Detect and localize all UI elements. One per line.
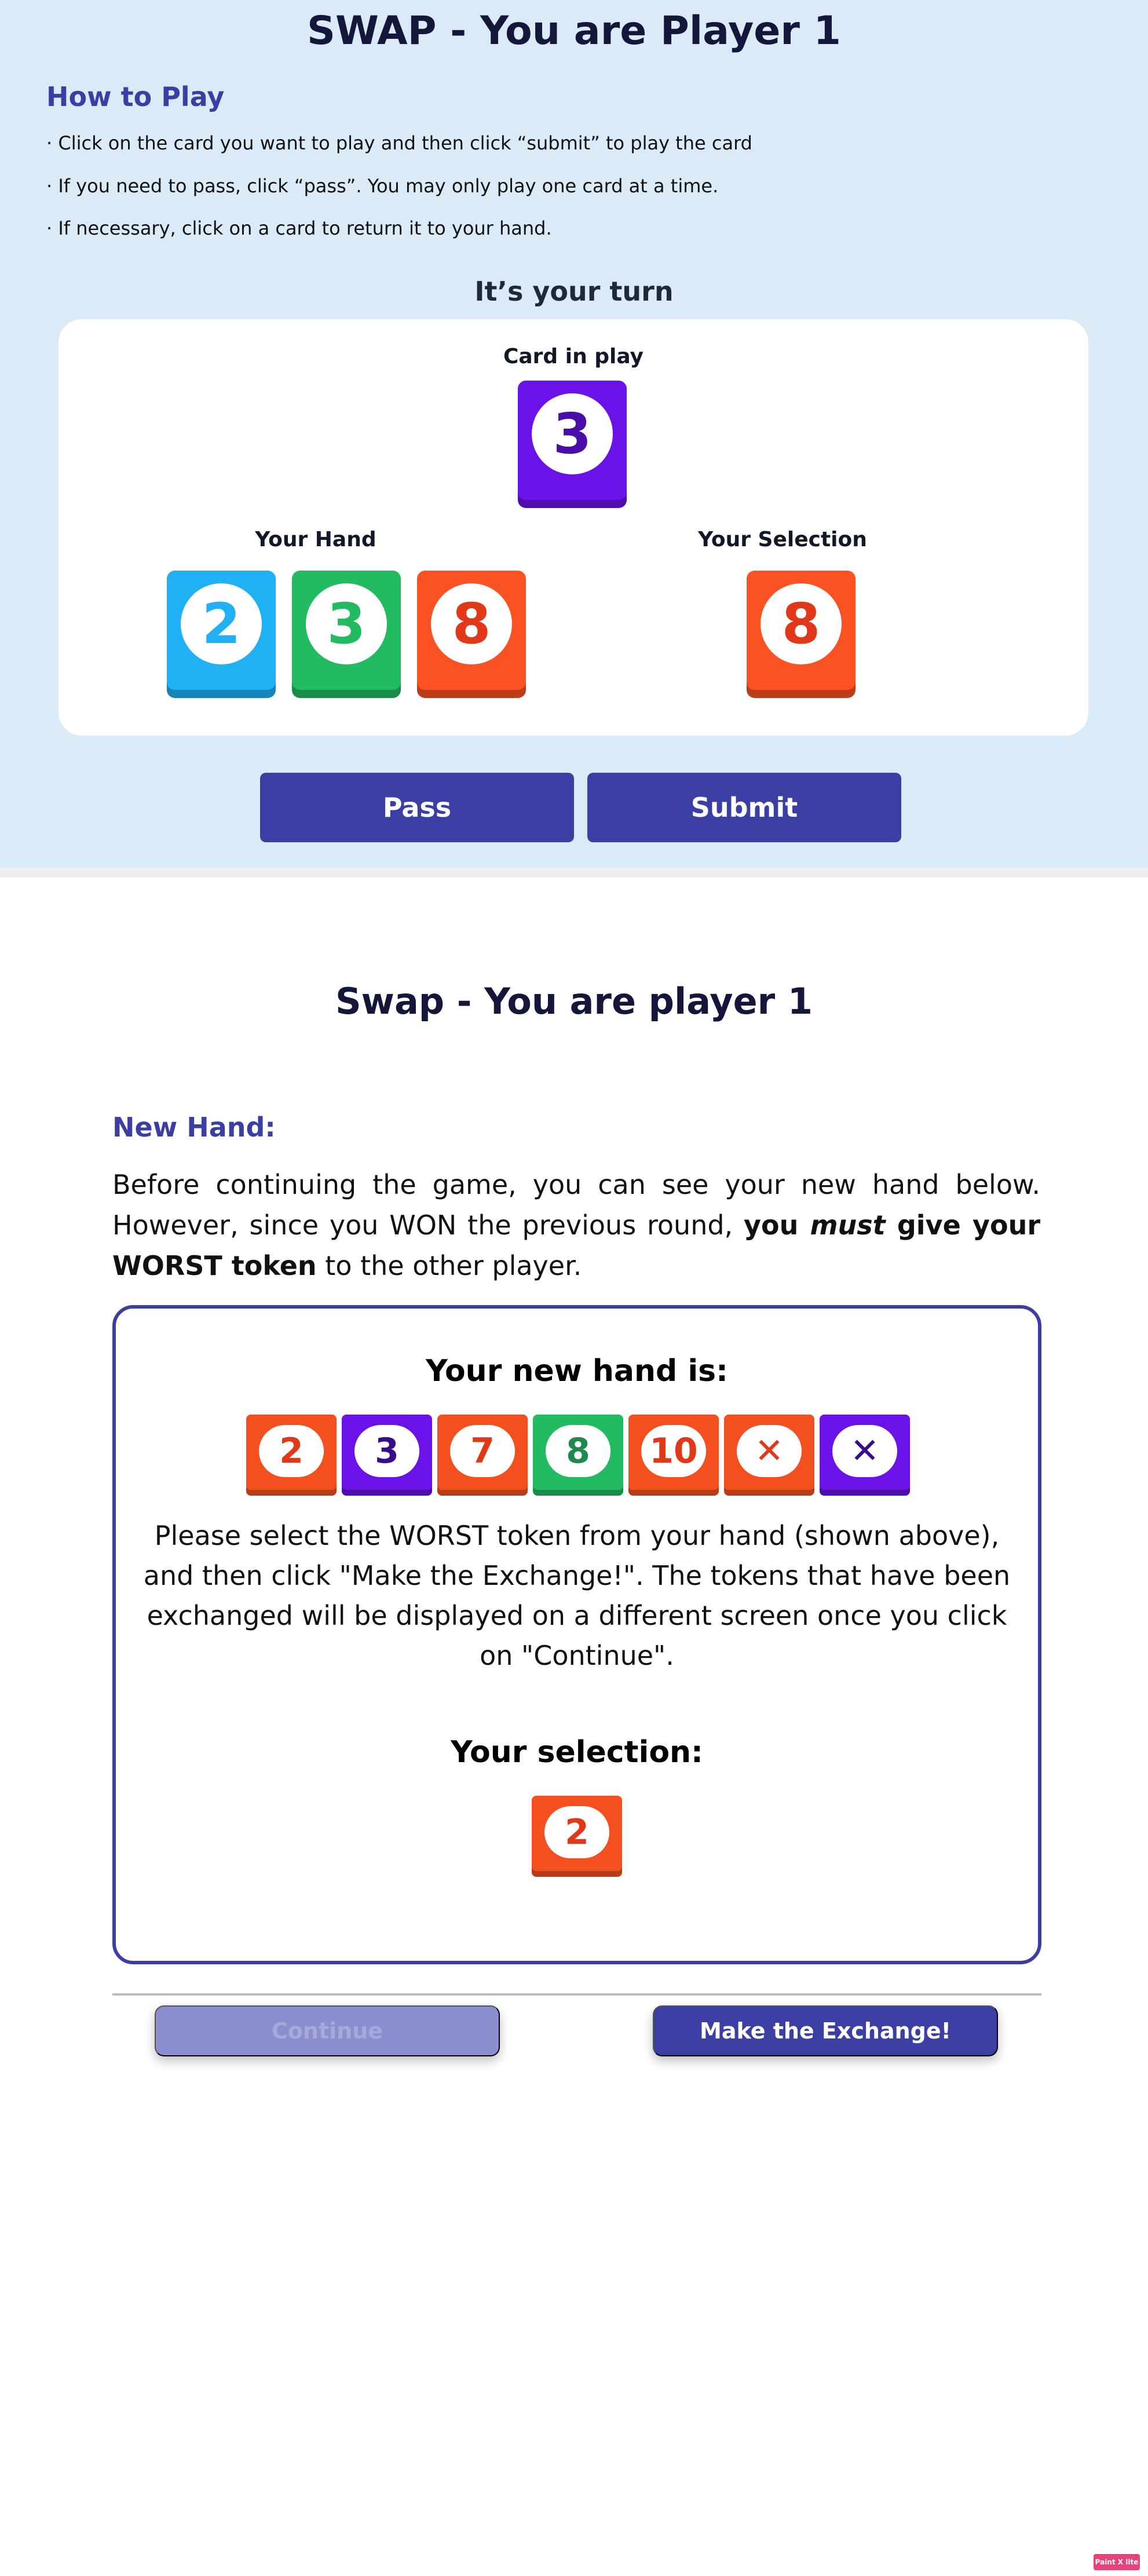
card-value: 8: [761, 583, 842, 664]
hand-token[interactable]: 3: [342, 1415, 432, 1496]
selected-token[interactable]: 2: [532, 1796, 622, 1877]
exchange-instructions: Please select the WORST token from your …: [143, 1520, 1011, 1671]
hand-token[interactable]: 10: [628, 1415, 719, 1496]
make-exchange-button[interactable]: Make the Exchange!: [653, 2005, 998, 2056]
token-value: 7: [450, 1425, 515, 1477]
turn-status: It’s your turn: [474, 276, 674, 307]
hand-token[interactable]: ✕: [820, 1415, 910, 1496]
card-value: 8: [431, 583, 512, 664]
submit-button[interactable]: Submit: [587, 773, 901, 842]
pass-button[interactable]: Pass: [260, 773, 574, 842]
card-in-play-label: Card in play: [503, 345, 644, 368]
section-divider: [0, 867, 1148, 878]
hand-token[interactable]: 7: [437, 1415, 528, 1496]
new-hand-label: Your new hand is:: [426, 1354, 728, 1389]
intro-text: to the other player.: [316, 1250, 582, 1281]
hand-card[interactable]: 2: [167, 571, 276, 698]
hand-card[interactable]: 3: [292, 571, 401, 698]
token-value: 10: [641, 1425, 706, 1477]
hand-token[interactable]: ✕: [724, 1415, 814, 1496]
selected-card[interactable]: 8: [747, 571, 855, 698]
game-screen: SWAP - You are Player 1 How to Play · Cl…: [0, 0, 1148, 867]
card-in-play: 3: [518, 381, 627, 508]
token-value: 2: [259, 1425, 324, 1477]
game-board: Card in play 3 Your Hand 2 3 8 Your Sele…: [59, 319, 1088, 736]
your-hand-label: Your Hand: [255, 528, 376, 551]
token-value: ✕: [737, 1425, 802, 1477]
rule-item: · If you need to pass, click “pass”. You…: [46, 175, 719, 197]
new-hand-heading: New Hand:: [112, 1112, 276, 1143]
hand-token[interactable]: 2: [246, 1415, 337, 1496]
continue-button[interactable]: Continue: [155, 2005, 500, 2056]
token-value: 8: [546, 1425, 610, 1477]
how-to-play-heading: How to Play: [46, 81, 225, 112]
page-title: SWAP - You are Player 1: [307, 8, 841, 54]
intro-must: must: [810, 1210, 886, 1241]
section-divider: [112, 1993, 1041, 1996]
hand-card[interactable]: 8: [417, 571, 526, 698]
intro-bold: you: [744, 1210, 810, 1241]
rule-item: · Click on the card you want to play and…: [46, 132, 752, 154]
your-selection-label: Your Selection: [698, 528, 867, 551]
card-value: 3: [532, 393, 613, 474]
card-value: 2: [181, 583, 262, 664]
new-hand-panel: Your new hand is: 2 3 7 8 10 ✕ ✕ Please …: [112, 1305, 1041, 1964]
intro-paragraph: Before continuing the game, you can see …: [112, 1164, 1040, 1286]
hand-token[interactable]: 8: [533, 1415, 623, 1496]
rule-item: · If necessary, click on a card to retur…: [46, 217, 552, 239]
watermark-badge: Paint X lite: [1094, 2554, 1140, 2570]
token-value: 2: [544, 1806, 609, 1858]
token-value: ✕: [832, 1425, 897, 1477]
exchange-page-title: Swap - You are player 1: [335, 980, 813, 1022]
token-value: 3: [354, 1425, 419, 1477]
card-value: 3: [306, 583, 387, 664]
selection-label: Your selection:: [451, 1735, 703, 1770]
